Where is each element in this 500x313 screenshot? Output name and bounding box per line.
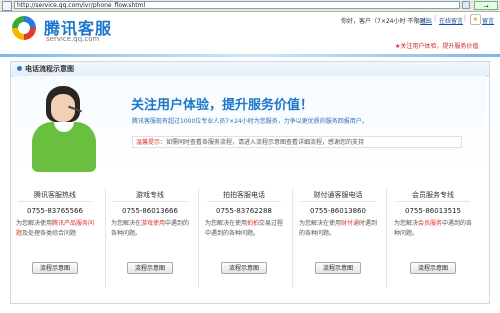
column-divider xyxy=(198,188,199,288)
desc-text: 为您解决在使用 xyxy=(299,220,342,227)
message-link[interactable]: 留言 xyxy=(482,16,494,25)
divider: | xyxy=(415,15,418,22)
hotline-phone: 0755-86013666 xyxy=(122,207,178,215)
desc-text: 为您解决在 xyxy=(111,220,142,227)
panel-header: 电话流程示意图 xyxy=(11,62,489,77)
banner-notice: 温馨提示：如需同时查看各服务流程，请进入流程示意图查看详细流程，感谢您的支持 xyxy=(132,136,462,148)
tencent-logo-icon[interactable] xyxy=(12,16,36,40)
column-divider xyxy=(292,188,293,288)
divider: | xyxy=(434,15,437,22)
column-divider xyxy=(105,188,106,288)
hotline-description: 为您解决在使用财付通时遇到的各种问题。 xyxy=(299,219,379,239)
url-dropdown-button[interactable] xyxy=(462,1,470,9)
hotline-card: 腾讯客服热线 0755-83765566 为您解决使用腾讯产品服务问题及处理各类… xyxy=(14,184,96,296)
desc-highlight: 会员服务 xyxy=(418,220,443,227)
banner-subtitle: 腾讯客服现有超过1000位专业人员7×24小时为您服务，力争以更优质的服务回报用… xyxy=(132,118,368,125)
hotline-title: 拍拍客服电话 xyxy=(223,191,265,199)
desc-highlight: 游戏使用 xyxy=(141,220,166,227)
desc-highlight: 财付通 xyxy=(341,220,360,227)
panel-title: 电话流程示意图 xyxy=(25,65,74,73)
page-icon xyxy=(2,1,12,11)
address-bar: http://service.qq.com/ivr/phone_flow.sht… xyxy=(0,0,500,12)
hotline-description: 为您解决在游戏使用中遇到的各种问题。 xyxy=(111,219,191,239)
divider xyxy=(207,201,281,202)
hotline-card: 拍拍客服电话 0755-83762288 为您解决在使用拍拍交易过程中遇到的各种… xyxy=(203,184,285,296)
hotline-card: 会员服务专线 0755-86013515 为您解决会员服务中遇到的各种问题。 流… xyxy=(392,184,474,296)
desc-highlight: 拍拍 xyxy=(247,220,260,227)
hotline-title: 财付通客服电话 xyxy=(313,191,363,199)
logo-subtitle: service.qq.com xyxy=(46,35,100,43)
divider xyxy=(113,201,187,202)
flow-chart-button[interactable]: 流程示意图 xyxy=(127,262,173,274)
logout-link[interactable]: 退出 xyxy=(420,16,432,25)
hotline-card: 财付通客服电话 0755-86013860 为您解决在使用财付通时遇到的各种问题… xyxy=(297,184,379,296)
hotline-phone: 0755-83765566 xyxy=(27,207,83,215)
divider xyxy=(301,201,375,202)
notice-label: 温馨提示： xyxy=(136,139,167,146)
hotline-title: 游戏专线 xyxy=(136,191,164,199)
desc-text: 为您解决 xyxy=(394,220,419,227)
desc-text: 为您解决使用 xyxy=(16,220,53,227)
hotline-phone: 0755-83762288 xyxy=(216,207,272,215)
hotline-title: 会员服务专线 xyxy=(412,191,454,199)
divider xyxy=(18,201,92,202)
hotline-description: 为您解决会员服务中遇到的各种问题。 xyxy=(394,219,474,239)
flow-chart-button[interactable]: 流程示意图 xyxy=(32,262,78,274)
hotline-phone: 0755-86013860 xyxy=(310,207,366,215)
hotline-card: 游戏专线 0755-86013666 为您解决在游戏使用中遇到的各种问题。 流程… xyxy=(109,184,191,296)
flow-chart-button[interactable]: 流程示意图 xyxy=(315,262,361,274)
header-divider xyxy=(0,54,500,57)
desc-text: 及处理各类综合问题 xyxy=(22,230,77,237)
hotline-title: 腾讯客服热线 xyxy=(34,191,76,199)
flow-chart-button[interactable]: 流程示意图 xyxy=(221,262,267,274)
hotline-phone: 0755-86013515 xyxy=(405,207,461,215)
star-icon[interactable]: ★ xyxy=(470,14,481,25)
flow-chart-button[interactable]: 流程示意图 xyxy=(410,262,456,274)
customer-service-agent-image xyxy=(24,86,104,172)
column-divider xyxy=(386,188,387,288)
desc-text: 为您解决在使用 xyxy=(205,220,248,227)
url-field[interactable]: http://service.qq.com/ivr/phone_flow.sht… xyxy=(14,1,460,9)
hotline-description: 为您解决在使用拍拍交易过程中遇到的各种问题。 xyxy=(205,219,285,239)
go-button[interactable]: → xyxy=(474,1,498,10)
online-message-link[interactable]: 在线留言 xyxy=(439,16,463,25)
hotline-description: 为您解决使用腾讯产品服务问题及处理各类综合问题 xyxy=(16,219,96,239)
divider xyxy=(396,201,470,202)
user-greeting: 你好，客户（7×24小时·不限时） xyxy=(341,18,432,25)
banner-title: 关注用户体验，提升服务价值！ xyxy=(131,98,314,113)
bullet-icon xyxy=(17,66,22,71)
header-slogan: ★关注用户体验，提升服务价值 xyxy=(395,43,479,50)
notice-text: 如需同时查看各服务流程，请进入流程示意图查看详细流程，感谢您的支持 xyxy=(166,139,365,146)
divider: | xyxy=(464,15,467,22)
